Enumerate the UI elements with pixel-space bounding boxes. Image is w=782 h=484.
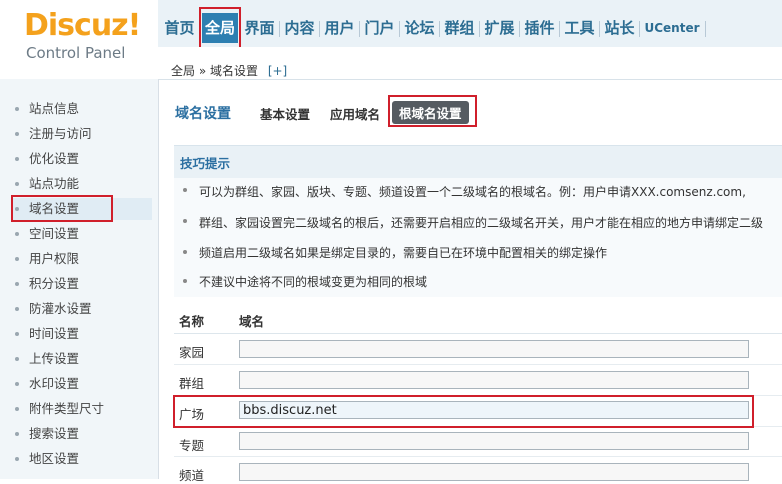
topnav-home[interactable]: 首页: [162, 13, 197, 43]
breadcrumb-text: 全局 » 域名设置: [171, 64, 258, 78]
sidebar-item-watermark[interactable]: 水印设置: [12, 373, 152, 395]
sidebar-item-antispam[interactable]: 防灌水设置: [12, 298, 152, 320]
topnav-users[interactable]: 用户: [322, 13, 357, 43]
bullet-icon: [15, 157, 19, 161]
row-label-group: 群组: [179, 376, 205, 391]
tab-app-domain[interactable]: 应用域名: [330, 104, 380, 123]
bullet-icon: [183, 250, 187, 254]
tip-line-4: 不建议中途将不同的根域变更为相同的根域: [199, 275, 428, 289]
sidebar-item-region[interactable]: 地区设置: [12, 448, 152, 470]
sidebar-item-attachment-types[interactable]: 附件类型尺寸: [12, 398, 152, 420]
highlight-box-row: [173, 395, 754, 428]
divider: [519, 21, 520, 37]
topnav-forum[interactable]: 论坛: [402, 13, 437, 43]
divider: [439, 21, 440, 37]
sidebar-item-search[interactable]: 搜索设置: [12, 423, 152, 445]
tips-header: [174, 145, 782, 178]
sidebar-item-permissions[interactable]: 用户权限: [12, 248, 152, 270]
bullet-icon: [15, 107, 19, 111]
brand-name: Discuz!: [24, 8, 141, 43]
bullet-icon: [15, 282, 19, 286]
tip-line-2: 群组、家园设置完二级域名的根后，还需要开启相应的二级域名开关，用户才能在相应的地…: [199, 216, 764, 230]
sidebar-item-optimize[interactable]: 优化设置: [12, 148, 152, 170]
logo[interactable]: Discuz! Control Panel: [0, 0, 159, 79]
divider: [599, 21, 600, 37]
bullet-icon: [15, 232, 19, 236]
topnav-interface[interactable]: 界面: [242, 13, 277, 43]
sidebar-item-credits[interactable]: 积分设置: [12, 273, 152, 295]
divider: [479, 21, 480, 37]
topnav-tools[interactable]: 工具: [562, 13, 597, 43]
topnav-content[interactable]: 内容: [282, 13, 317, 43]
topnav-plugins[interactable]: 插件: [522, 13, 557, 43]
topnav-portal[interactable]: 门户: [362, 13, 397, 43]
domain-input-group[interactable]: [239, 371, 749, 389]
divider: [319, 21, 320, 37]
add-shortcut-link[interactable]: [+]: [268, 64, 287, 78]
divider: [559, 21, 560, 37]
sidebar-item-site-info[interactable]: 站点信息: [12, 98, 152, 120]
topnav-ucenter[interactable]: UCenter: [642, 13, 702, 43]
tip-line-3: 频道启用二级域名如果是绑定目录的，需要自已在环境中配置相关的绑定操作: [199, 246, 608, 260]
bullet-icon: [15, 182, 19, 186]
bullet-icon: [15, 257, 19, 261]
row-label-home: 家园: [179, 345, 205, 360]
tab-basic[interactable]: 基本设置: [260, 104, 310, 123]
page-title: 域名设置: [175, 106, 231, 122]
sidebar-item-features[interactable]: 站点功能: [12, 173, 152, 195]
domain-input-channel[interactable]: [239, 463, 749, 481]
divider: [359, 21, 360, 37]
breadcrumb: 全局 » 域名设置 [+]: [171, 62, 287, 79]
domain-input-home[interactable]: [239, 340, 749, 358]
sidebar-item-upload[interactable]: 上传设置: [12, 348, 152, 370]
bullet-icon: [15, 457, 19, 461]
bullet-icon: [183, 279, 187, 283]
column-header-domain: 域名: [239, 314, 265, 329]
row-label-topic: 专题: [179, 438, 205, 453]
topnav-extend[interactable]: 扩展: [482, 13, 517, 43]
bullet-icon: [15, 332, 19, 336]
tips-title: 技巧提示: [180, 156, 231, 171]
sidebar-item-time[interactable]: 时间设置: [12, 323, 152, 345]
row-label-channel: 频道: [179, 468, 205, 483]
bullet-icon: [183, 219, 187, 223]
tip-line-1: 可以为群组、家园、版块、专题、频道设置一个二级域名的根域名。例：用户申请XXX.…: [199, 185, 746, 199]
domain-input-topic[interactable]: [239, 432, 749, 450]
sidebar-item-space[interactable]: 空间设置: [12, 223, 152, 245]
bullet-icon: [15, 382, 19, 386]
bullet-icon: [15, 132, 19, 136]
row-divider: [174, 364, 782, 365]
bullet-icon: [15, 357, 19, 361]
divider: [399, 21, 400, 37]
table-header: [174, 305, 782, 334]
divider: [705, 21, 706, 37]
sidebar-item-register[interactable]: 注册与访问: [12, 123, 152, 145]
highlight-box-topnav: [199, 7, 241, 49]
divider: [639, 21, 640, 37]
topnav-groups[interactable]: 群组: [442, 13, 477, 43]
bullet-icon: [15, 407, 19, 411]
bullet-icon: [15, 307, 19, 311]
column-header-name: 名称: [179, 314, 205, 329]
brand-subtitle: Control Panel: [26, 44, 126, 62]
row-divider: [174, 456, 782, 457]
topnav-admin[interactable]: 站长: [602, 13, 637, 43]
highlight-box-sidebar: [11, 195, 113, 222]
divider: [279, 21, 280, 37]
bullet-icon: [15, 432, 19, 436]
highlight-box-tab: [388, 95, 477, 127]
bullet-icon: [183, 188, 187, 192]
